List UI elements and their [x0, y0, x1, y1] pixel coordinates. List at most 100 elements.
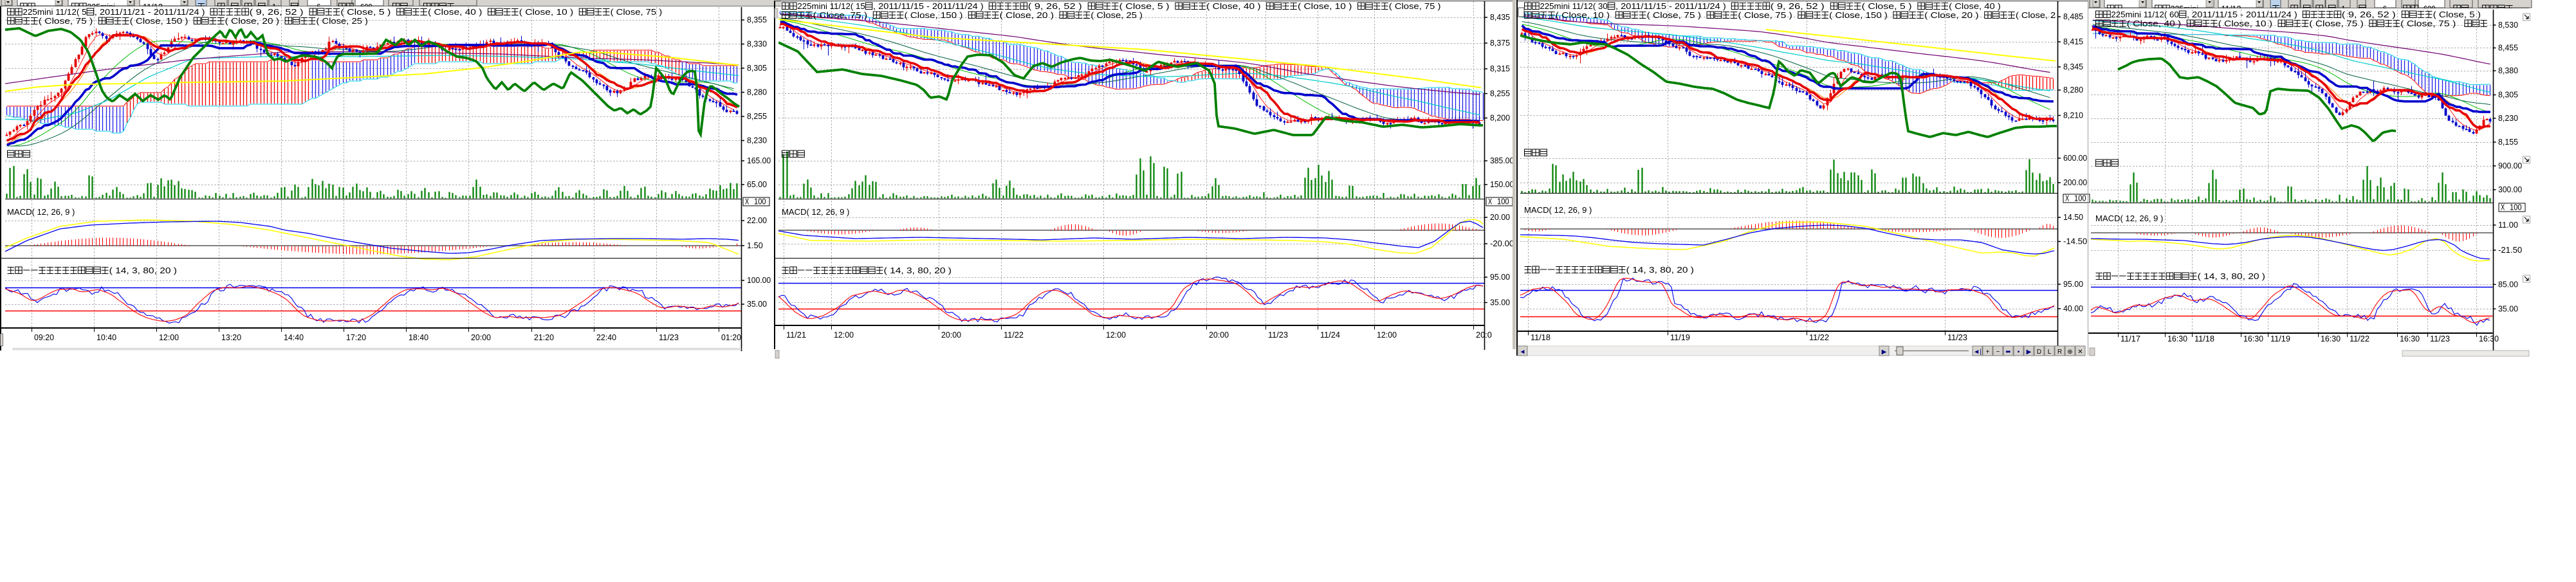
- svg-text:( 9, 26, 52 ): ( 9, 26, 52 ): [1771, 1, 1830, 11]
- svg-text:8,255: 8,255: [747, 111, 767, 121]
- svg-text:11/19: 11/19: [2270, 334, 2290, 343]
- svg-text:( Close, 5 ): ( Close, 5 ): [340, 7, 396, 17]
- svg-text:( 9, 26, 52 ): ( 9, 26, 52 ): [2342, 10, 2402, 19]
- svg-text:8,485: 8,485: [2063, 12, 2083, 21]
- svg-text:( Close, 20 ): ( Close, 20 ): [1924, 10, 1984, 20]
- svg-text:8,415: 8,415: [2063, 37, 2083, 46]
- svg-text:( 14, 3, 80, 20 ): ( 14, 3, 80, 20 ): [2198, 271, 2265, 281]
- svg-text:35.00: 35.00: [2498, 304, 2518, 313]
- svg-text:12:00: 12:00: [1106, 330, 1126, 340]
- svg-text:8,255: 8,255: [1490, 89, 1510, 98]
- svg-text:22:40: 22:40: [596, 332, 616, 342]
- svg-text:( Close, 5 ): ( Close, 5 ): [1119, 1, 1175, 11]
- svg-text:35.00: 35.00: [1490, 297, 1510, 307]
- svg-text:◄|: ◄|: [1973, 349, 1982, 356]
- svg-text:8,230: 8,230: [2498, 113, 2518, 123]
- svg-text:−: −: [1996, 349, 2000, 356]
- svg-text:95.00: 95.00: [2063, 279, 2083, 289]
- svg-text:40.00: 40.00: [2063, 304, 2083, 313]
- svg-text:12:00: 12:00: [159, 332, 179, 342]
- svg-text:100: 100: [2510, 203, 2522, 212]
- svg-text:8,530: 8,530: [2498, 20, 2518, 30]
- svg-text:( Close, 5 ): ( Close, 5 ): [2433, 10, 2481, 19]
- svg-text:100: 100: [2074, 194, 2086, 203]
- svg-text:11/19: 11/19: [1670, 332, 1690, 342]
- svg-text:16:30: 16:30: [2479, 334, 2499, 343]
- svg-text:165.00: 165.00: [747, 156, 771, 165]
- svg-text:21:20: 21:20: [534, 332, 554, 342]
- svg-text:01:20: 01:20: [721, 332, 741, 342]
- svg-text:16:30: 16:30: [2243, 334, 2263, 343]
- svg-text:L: L: [2048, 349, 2052, 356]
- svg-text:10:40: 10:40: [97, 332, 116, 342]
- svg-text:( Close, 150 ): ( Close, 150 ): [130, 16, 194, 26]
- svg-text:225mini 11/12( 30: 225mini 11/12( 30: [1540, 1, 1607, 11]
- svg-text:( Close, 20 ): ( Close, 20 ): [1000, 10, 1060, 20]
- svg-text:11/23: 11/23: [2430, 334, 2450, 343]
- svg-text:11/23: 11/23: [1947, 332, 1967, 342]
- svg-text:11/22: 11/22: [1004, 330, 1024, 340]
- svg-text:X: X: [1488, 197, 1493, 206]
- svg-text:8,305: 8,305: [2498, 90, 2518, 100]
- svg-text:600.00: 600.00: [2063, 153, 2087, 163]
- svg-text:11/24: 11/24: [1320, 330, 1340, 340]
- svg-text:11/23: 11/23: [1268, 330, 1288, 340]
- svg-text:16:30: 16:30: [2400, 334, 2420, 343]
- svg-text:900.00: 900.00: [2498, 161, 2522, 170]
- svg-text:16:30: 16:30: [2321, 334, 2341, 343]
- svg-text:11/18: 11/18: [2194, 334, 2214, 343]
- svg-text:16:30: 16:30: [2167, 334, 2187, 343]
- svg-text:( Close, 75 ): ( Close, 75 ): [39, 16, 98, 26]
- svg-text:, 2011/11/15 - 2011/11/24 ): , 2011/11/15 - 2011/11/24 ): [2187, 10, 2303, 19]
- svg-text:( Close, 150 ): ( Close, 150 ): [905, 10, 968, 20]
- svg-text:( Close, 10 ): ( Close, 10 ): [1298, 1, 1357, 11]
- svg-text:65.00: 65.00: [747, 179, 767, 189]
- svg-text:18:40: 18:40: [409, 332, 428, 342]
- svg-text:( Close, 40 ): ( Close, 40 ): [1949, 1, 2001, 11]
- svg-text:-20.00: -20.00: [1490, 239, 1514, 248]
- svg-text:, 2011/11/15 - 2011/11/24 ): , 2011/11/15 - 2011/11/24 ): [873, 1, 989, 11]
- svg-text:( Close, 75 ): ( Close, 75 ): [1389, 1, 1441, 11]
- svg-text:+: +: [1986, 349, 1990, 356]
- svg-text:8,435: 8,435: [1490, 12, 1510, 22]
- svg-text:( Close, 5 ): ( Close, 5 ): [1862, 1, 1918, 11]
- svg-text:8,155: 8,155: [2498, 137, 2518, 147]
- svg-text:12:00: 12:00: [1377, 330, 1397, 340]
- svg-text:( Close, 75 ): ( Close, 75 ): [1738, 10, 1798, 20]
- svg-text:( Close, 2: ( Close, 2: [2016, 10, 2056, 20]
- svg-text:14:40: 14:40: [284, 332, 304, 342]
- svg-text:D: D: [2037, 349, 2041, 356]
- svg-text:300.00: 300.00: [2498, 185, 2522, 194]
- svg-text:11/18: 11/18: [1531, 332, 1550, 342]
- svg-text:MACD( 12, 26, 9 ): MACD( 12, 26, 9 ): [2095, 214, 2163, 223]
- svg-text:22.00: 22.00: [747, 215, 767, 225]
- svg-text:X: X: [2065, 194, 2070, 203]
- svg-text:⊕: ⊕: [2067, 349, 2072, 356]
- svg-text:225mini 11/12( 5: 225mini 11/12( 5: [23, 7, 86, 17]
- svg-text:-14.50: -14.50: [2063, 237, 2087, 246]
- svg-text:( Close, 75 ): ( Close, 75 ): [2309, 19, 2369, 28]
- svg-text:8,230: 8,230: [747, 136, 767, 145]
- svg-text:385.00: 385.00: [1490, 156, 1514, 165]
- svg-text:8,375: 8,375: [1490, 38, 1510, 48]
- svg-text:8,315: 8,315: [1490, 64, 1510, 73]
- svg-text:( 14, 3, 80, 20 ): ( 14, 3, 80, 20 ): [109, 266, 177, 275]
- svg-text:150.00: 150.00: [1490, 179, 1514, 189]
- svg-text:( Close, 25 ): ( Close, 25 ): [316, 16, 368, 26]
- svg-text:11/21: 11/21: [786, 330, 806, 340]
- svg-text:( Close, 40 ): ( Close, 40 ): [1206, 1, 1266, 11]
- svg-text:✕: ✕: [2077, 349, 2083, 356]
- svg-text:8,305: 8,305: [747, 63, 767, 73]
- svg-text:17:20: 17:20: [346, 332, 366, 342]
- svg-text:11.00: 11.00: [2498, 220, 2518, 230]
- svg-text:85.00: 85.00: [2498, 279, 2518, 289]
- svg-text:, 2011/11/15 - 2011/11/24 ): , 2011/11/15 - 2011/11/24 ): [1615, 1, 1731, 11]
- svg-text:( Close, 40 ): ( Close, 40 ): [2127, 19, 2187, 28]
- svg-text:8,280: 8,280: [747, 87, 767, 97]
- svg-text:◄: ◄: [1520, 349, 1526, 356]
- svg-text:MACD( 12, 26, 9 ): MACD( 12, 26, 9 ): [782, 207, 849, 217]
- svg-text:( Close, 10 ): ( Close, 10 ): [519, 7, 579, 17]
- svg-text:( Close, 150 ): ( Close, 150 ): [1829, 10, 1893, 20]
- svg-text:12:00: 12:00: [834, 330, 854, 340]
- svg-text:8,330: 8,330: [747, 39, 767, 49]
